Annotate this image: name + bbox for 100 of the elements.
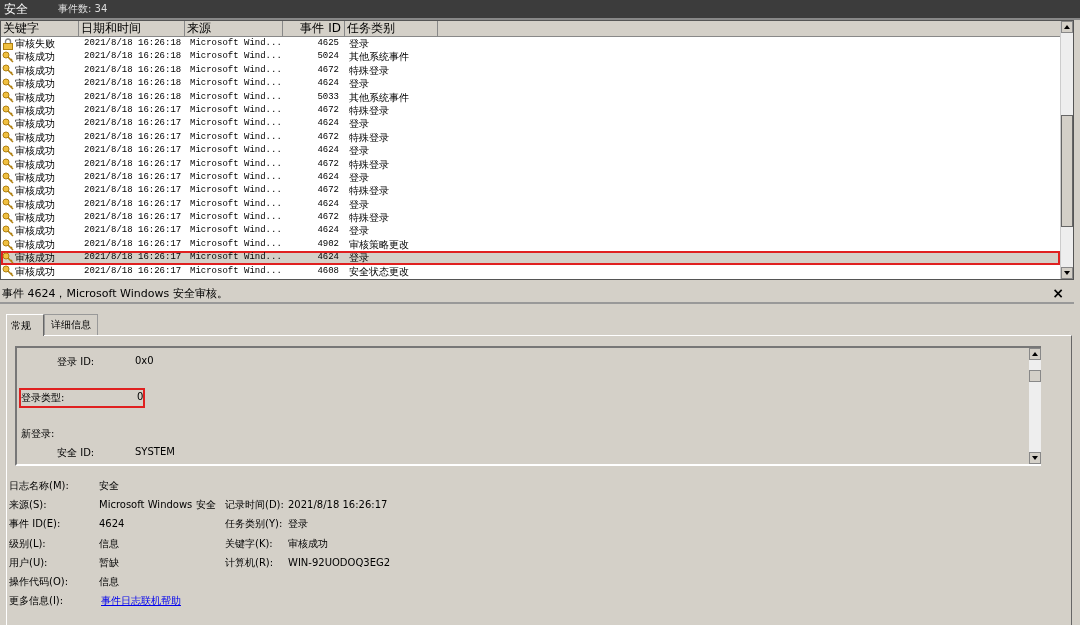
table-cell: 审核失败 — [15, 37, 55, 51]
table-cell: 特殊登录 — [349, 185, 389, 197]
triangle-up-icon — [1032, 352, 1038, 356]
tab[interactable]: 详细信息 — [44, 314, 98, 335]
event-row[interactable]: 审核成功 2021/8/18 16:26:17 Microsoft Wind... 4902 审核策略更改 — [1, 237, 1060, 252]
table-cell: 4625 — [317, 38, 339, 48]
event-row[interactable]: 审核成功 2021/8/18 16:26:17 Microsoft Wind... 4672 特殊登录 — [1, 157, 1060, 171]
table-cell: 审核成功 — [15, 77, 55, 91]
event-row[interactable]: 审核成功 2021/8/18 16:26:17 Microsoft Wind... 4672 特殊登录 — [1, 103, 1060, 118]
table-cell: 特殊登录 — [349, 212, 389, 224]
table-cell: 审核成功 — [15, 211, 55, 225]
close-button[interactable]: × — [1052, 286, 1064, 300]
table-cell: Microsoft Wind... — [190, 78, 282, 89]
scroll-down-button[interactable] — [1061, 267, 1073, 279]
table-cell: 4608 — [317, 265, 339, 276]
table-cell: Microsoft Wind... — [190, 238, 282, 249]
table-cell: 特殊登录 — [349, 158, 389, 170]
table-cell: Microsoft Wind... — [190, 252, 282, 263]
scrollbar[interactable] — [1029, 348, 1041, 464]
scroll-up-button[interactable] — [1061, 21, 1073, 33]
property-value: 4624 — [99, 517, 126, 532]
property-value: 暂缺 — [99, 555, 120, 570]
property-label: 事件 ID(E): — [9, 517, 62, 532]
triangle-up-icon — [1064, 25, 1070, 29]
property-value: 登录 — [288, 517, 309, 532]
key-icon — [2, 77, 14, 90]
event-row[interactable]: 审核成功 2021/8/18 16:26:18 Microsoft Wind... 4672 特殊登录 — [1, 63, 1060, 78]
table-cell: 2021/8/18 16:26:17 — [84, 158, 182, 169]
column-header[interactable]: 任务类别 — [345, 21, 438, 37]
event-row[interactable]: 审核成功 2021/8/18 16:26:18 Microsoft Wind... 4624 登录 — [1, 77, 1060, 91]
table-cell: 2021/8/18 16:26:18 — [84, 64, 182, 75]
table-cell: 特殊登录 — [349, 104, 389, 116]
table-cell: 4672 — [317, 64, 339, 75]
tab[interactable]: 常规 — [6, 314, 44, 336]
table-cell: 审核成功 — [15, 184, 55, 198]
help-link[interactable]: 事件日志联机帮助 — [99, 595, 181, 607]
key-icon — [2, 225, 14, 238]
scrollbar-thumb[interactable] — [1029, 370, 1041, 382]
event-row[interactable]: 审核成功 2021/8/18 16:26:17 Microsoft Wind... 4672 特殊登录 — [1, 130, 1060, 145]
table-cell: 登录 — [349, 225, 369, 237]
column-header[interactable]: 来源 — [185, 21, 283, 37]
scroll-up-button[interactable] — [1029, 348, 1041, 360]
scrollbar-thumb[interactable] — [1061, 114, 1073, 228]
column-header[interactable]: 关键字 — [1, 21, 79, 37]
field-row-text: 安全 ID: SYSTEM — [56, 444, 176, 460]
table-cell: 登录 — [349, 171, 369, 183]
event-row[interactable]: 审核成功 2021/8/18 16:26:18 Microsoft Wind... 5024 其他系统事件 — [1, 50, 1060, 64]
key-icon — [2, 64, 14, 77]
event-row[interactable]: 审核成功 2021/8/18 16:26:17 Microsoft Wind... 4624 登录 — [1, 224, 1060, 238]
table-cell: 审核成功 — [15, 117, 55, 131]
event-row[interactable]: 审核成功 2021/8/18 16:26:18 Microsoft Wind... 5033 其他系统事件 — [1, 90, 1060, 104]
key-icon — [2, 251, 14, 264]
event-row[interactable]: 审核失败 2021/8/18 16:26:18 Microsoft Wind... 4625 登录 — [1, 37, 1060, 51]
table-cell: 4624 — [317, 145, 339, 156]
scrollbar[interactable] — [1060, 21, 1073, 279]
column-header[interactable]: 日期和时间 — [79, 21, 185, 37]
scroll-down-button[interactable] — [1029, 452, 1041, 464]
table-cell: 审核成功 — [15, 157, 55, 171]
table-cell: 审核成功 — [15, 144, 55, 158]
field-row-text: 新登录: — [20, 426, 56, 441]
table-cell: Microsoft Wind... — [190, 38, 282, 48]
property-value: 信息 — [99, 536, 120, 551]
event-row[interactable]: 审核成功 2021/8/18 16:26:17 Microsoft Wind... 4624 登录 — [1, 251, 1060, 265]
table-cell: Microsoft Wind... — [190, 131, 282, 142]
table-cell: 2021/8/18 16:26:17 — [84, 118, 182, 129]
table-cell: 4624 — [317, 118, 339, 129]
table-cell: 审核成功 — [15, 170, 55, 185]
key-icon — [2, 171, 14, 184]
table-cell: Microsoft Wind... — [190, 145, 282, 156]
table-cell: Microsoft Wind... — [190, 225, 282, 236]
event-row[interactable]: 审核成功 2021/8/18 16:26:17 Microsoft Wind... 4608 安全状态更改 — [1, 264, 1060, 279]
table-cell: 2021/8/18 16:26:17 — [84, 225, 182, 236]
table-cell: 2021/8/18 16:26:17 — [84, 212, 182, 223]
table-cell: 2021/8/18 16:26:17 — [84, 104, 182, 115]
table-cell: 4672 — [317, 158, 339, 169]
table-cell: 审核策略更改 — [349, 238, 409, 250]
property-label: 用户(U): — [9, 555, 49, 570]
key-icon — [2, 198, 14, 211]
event-row[interactable]: 审核成功 2021/8/18 16:26:17 Microsoft Wind... 4672 特殊登录 — [1, 211, 1060, 225]
property-label: 关键字(K): — [225, 536, 274, 551]
table-cell: 2021/8/18 16:26:18 — [84, 38, 182, 48]
event-row[interactable]: 审核成功 2021/8/18 16:26:17 Microsoft Wind... 4672 特殊登录 — [1, 184, 1060, 198]
key-icon — [2, 104, 14, 117]
table-cell: 2021/8/18 16:26:18 — [84, 78, 182, 89]
property-value: 信息 — [99, 574, 120, 589]
property-label: 级别(L): — [9, 536, 47, 551]
table-cell: 4624 — [317, 198, 339, 209]
table-cell: 2021/8/18 16:26:17 — [84, 238, 182, 249]
event-row[interactable]: 审核成功 2021/8/18 16:26:17 Microsoft Wind... 4624 登录 — [1, 144, 1060, 158]
table-cell: 5024 — [317, 51, 339, 62]
key-icon — [2, 238, 14, 251]
table-cell: 2021/8/18 16:26:17 — [84, 265, 182, 276]
event-row[interactable]: 审核成功 2021/8/18 16:26:17 Microsoft Wind... 4624 登录 — [1, 197, 1060, 212]
table-cell: 2021/8/18 16:26:18 — [84, 91, 182, 102]
column-header[interactable]: 事件 ID — [283, 21, 345, 37]
table-cell: Microsoft Wind... — [190, 158, 282, 169]
event-row[interactable]: 审核成功 2021/8/18 16:26:17 Microsoft Wind... 4624 登录 — [1, 170, 1060, 185]
event-count: 事件数: 34 — [58, 2, 108, 16]
table-cell: 审核成功 — [15, 197, 55, 212]
event-row[interactable]: 审核成功 2021/8/18 16:26:17 Microsoft Wind... 4624 登录 — [1, 117, 1060, 131]
